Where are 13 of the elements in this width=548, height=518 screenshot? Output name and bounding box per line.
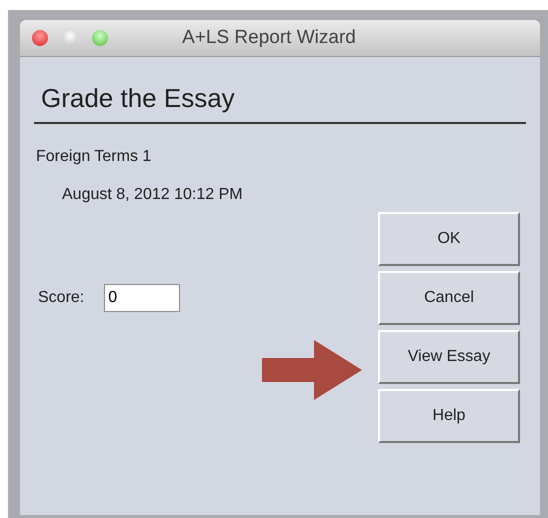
close-button[interactable] (32, 30, 48, 46)
date-label: August 8, 2012 10:12 PM (62, 186, 244, 204)
window-title: A+LS Report Wizard (181, 27, 357, 49)
score-label: Score: (38, 289, 84, 307)
minimize-button[interactable] (62, 30, 78, 46)
score-field[interactable]: 0 (104, 284, 180, 312)
zoom-button[interactable] (92, 30, 108, 46)
dialog-heading: Grade the Essay (34, 73, 526, 124)
dialog-button[interactable]: OK (378, 212, 520, 266)
item-name: Foreign Terms 1 (36, 148, 152, 166)
dialog-button[interactable]: Cancel (378, 271, 520, 325)
dialog-button[interactable]: View Essay (378, 330, 520, 384)
dialog-button[interactable]: Help (378, 389, 520, 443)
